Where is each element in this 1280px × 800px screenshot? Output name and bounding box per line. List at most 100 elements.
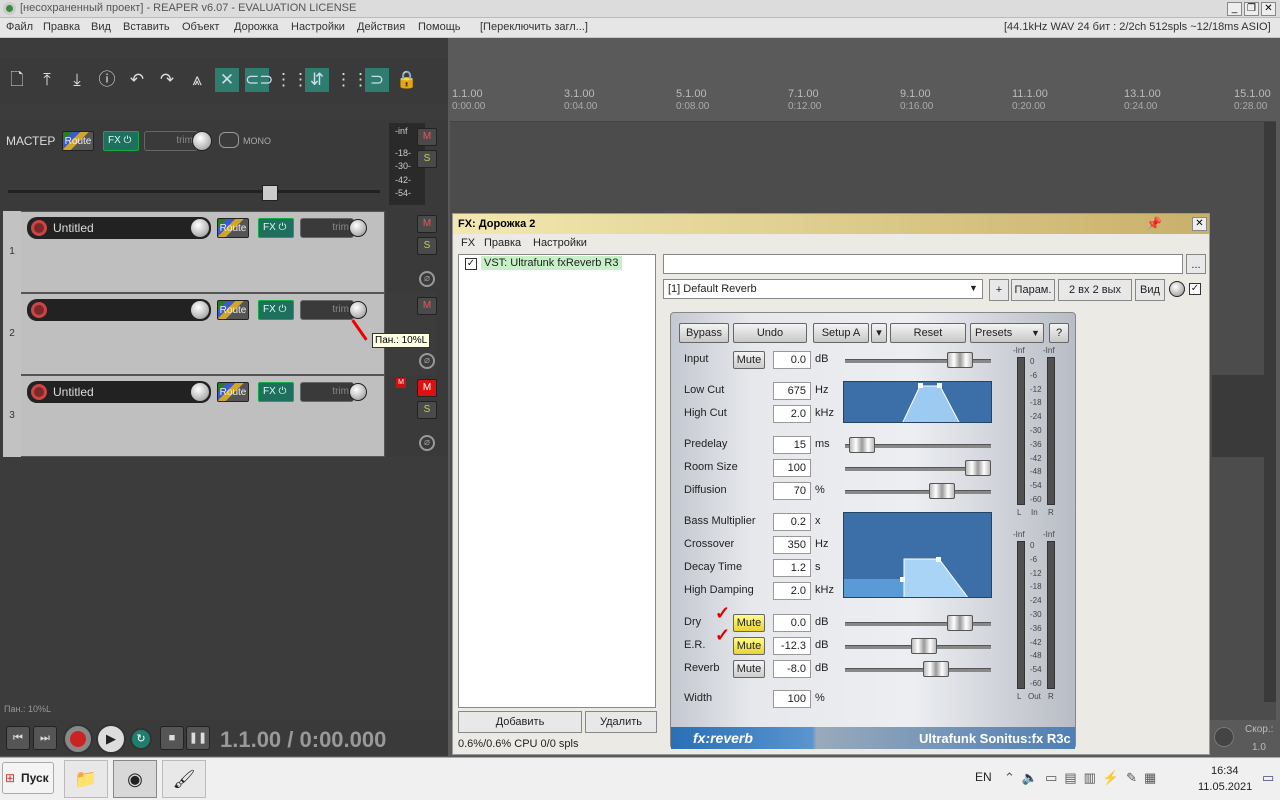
undo-icon[interactable]: ↶: [125, 68, 149, 92]
master-route-button[interactable]: Route: [62, 131, 94, 151]
phase-icon[interactable]: ⌀: [419, 353, 435, 369]
menu-toggle-title[interactable]: [Переключить загл...]: [480, 21, 588, 33]
tray-icons[interactable]: ⌃🔈▭▤▥⚡✎▦: [1004, 770, 1163, 786]
slider-thumb[interactable]: [911, 638, 937, 654]
master-mono-icon[interactable]: [219, 132, 239, 148]
param-value[interactable]: 0.0: [773, 351, 811, 369]
menu-options[interactable]: Настройки: [291, 21, 345, 33]
slider-thumb[interactable]: [947, 352, 973, 368]
fx-window-title[interactable]: FX: Дорожка 2: [453, 214, 1209, 234]
snap-icon[interactable]: ⊃: [365, 68, 389, 92]
menu-help[interactable]: Помощь: [418, 21, 461, 33]
bypass-button[interactable]: Bypass: [679, 323, 729, 343]
fx-menu-edit[interactable]: Правка: [484, 237, 521, 249]
help-button[interactable]: ?: [1049, 323, 1069, 343]
master-pan-thumb[interactable]: [262, 185, 278, 201]
record-arm-icon[interactable]: [31, 384, 47, 400]
menu-edit[interactable]: Правка: [43, 21, 80, 33]
snap-grid-icon[interactable]: ⋮⋮: [335, 68, 369, 92]
menu-file[interactable]: Файл: [6, 21, 33, 33]
metronome-icon[interactable]: ⩓: [185, 68, 209, 92]
param-value[interactable]: -8.0: [773, 660, 811, 678]
track-fx-button[interactable]: FX ⏻: [258, 218, 294, 238]
setup-dropdown[interactable]: ▾: [871, 323, 887, 343]
master-trim-button[interactable]: trim: [144, 131, 198, 151]
phase-icon[interactable]: ⌀: [419, 435, 435, 451]
pause-button[interactable]: ❚❚: [186, 726, 210, 750]
reverb-slider[interactable]: [845, 668, 991, 672]
track-route-button[interactable]: Route: [217, 300, 249, 320]
time-display[interactable]: 1.1.00 / 0:00.000: [220, 727, 386, 753]
decay-graph[interactable]: [843, 512, 992, 598]
param-value[interactable]: 100: [773, 459, 811, 477]
minimize-button[interactable]: _: [1227, 2, 1242, 16]
item-grouping-icon[interactable]: ⊂⊃: [245, 68, 274, 92]
track-pan-knob[interactable]: [349, 301, 367, 319]
track-pan-knob[interactable]: [349, 383, 367, 401]
diffusion-slider[interactable]: [845, 490, 991, 494]
go-to-end-button[interactable]: ⏭: [33, 726, 57, 750]
param-value[interactable]: 350: [773, 536, 811, 554]
track-name[interactable]: Untitled: [27, 381, 211, 403]
project-settings-icon[interactable]: ⓘ: [95, 68, 119, 92]
track-fx-button[interactable]: FX ⏻: [258, 300, 294, 320]
open-project-icon[interactable]: ⤒: [35, 68, 59, 92]
play-button[interactable]: ▶: [96, 724, 126, 754]
reset-button[interactable]: Reset: [890, 323, 966, 343]
fx-name-field[interactable]: [663, 254, 1183, 274]
track-mute-button[interactable]: M: [417, 215, 437, 233]
track-trim-button[interactable]: trim: [300, 300, 354, 320]
record-arm-icon[interactable]: [31, 302, 47, 318]
filter-graph[interactable]: [843, 381, 992, 423]
dry-mute-button[interactable]: Mute: [733, 614, 765, 632]
preset-select[interactable]: [1] Default Reverb: [663, 279, 983, 299]
paint-icon[interactable]: 🖌: [162, 760, 206, 798]
master-fx-button[interactable]: FX ⏻: [103, 131, 139, 151]
track-solo-button[interactable]: S: [417, 237, 437, 255]
rate-knob[interactable]: [1214, 727, 1234, 747]
envelope-link-icon[interactable]: ⇵: [305, 68, 329, 92]
io-button[interactable]: 2 вх 2 вых: [1058, 279, 1132, 301]
track-route-button[interactable]: Route: [217, 218, 249, 238]
lock-icon[interactable]: 🔒: [395, 68, 419, 92]
phase-icon[interactable]: ⌀: [419, 271, 435, 287]
close-button[interactable]: ✕: [1261, 2, 1276, 16]
menu-view[interactable]: Вид: [91, 21, 111, 33]
track-route-button[interactable]: Route: [217, 382, 249, 402]
track-mute-button[interactable]: M: [417, 379, 437, 397]
fx-close-button[interactable]: ✕: [1192, 217, 1207, 231]
clock-time[interactable]: 16:34: [1211, 765, 1239, 777]
go-to-start-button[interactable]: ⏮: [6, 726, 30, 750]
stop-button[interactable]: ■: [160, 726, 184, 750]
slider-thumb[interactable]: [849, 437, 875, 453]
reverb-mute-button[interactable]: Mute: [733, 660, 765, 678]
fx-chain-list[interactable]: ✓ VST: Ultrafunk fxReverb R3: [458, 254, 656, 708]
file-explorer-icon[interactable]: 📁: [64, 760, 108, 798]
grid-icon[interactable]: ⋮⋮: [275, 68, 309, 92]
track-solo-button[interactable]: S: [417, 401, 437, 419]
menu-track[interactable]: Дорожка: [234, 21, 278, 33]
param-value[interactable]: 15: [773, 436, 811, 454]
slider-thumb[interactable]: [947, 615, 973, 631]
slider-thumb[interactable]: [929, 483, 955, 499]
param-value[interactable]: 70: [773, 482, 811, 500]
add-fx-button[interactable]: Добавить: [458, 711, 582, 733]
fx-chain-item[interactable]: VST: Ultrafunk fxReverb R3: [481, 256, 622, 270]
param-value[interactable]: 2.0: [773, 582, 811, 600]
track-trim-button[interactable]: trim: [300, 218, 354, 238]
redo-icon[interactable]: ↷: [155, 68, 179, 92]
input-mute-button[interactable]: Mute: [733, 351, 765, 369]
setup-button[interactable]: Setup A: [813, 323, 869, 343]
track-volume-knob[interactable]: [190, 300, 210, 320]
track-pan-knob[interactable]: [349, 219, 367, 237]
menu-actions[interactable]: Действия: [357, 21, 405, 33]
reaper-taskbar-icon[interactable]: ◉: [113, 760, 157, 798]
fx-menu-fx[interactable]: FX: [461, 237, 475, 249]
clock-date[interactable]: 11.05.2021: [1198, 781, 1252, 793]
track-name[interactable]: [27, 299, 211, 321]
track-mute-button[interactable]: M: [417, 297, 437, 315]
record-arm-icon[interactable]: [31, 220, 47, 236]
param-value[interactable]: 0.2: [773, 513, 811, 531]
audio-status[interactable]: [44.1kHz WAV 24 бит : 2/2ch 512spls ~12/…: [1004, 21, 1271, 33]
slider-thumb[interactable]: [965, 460, 991, 476]
